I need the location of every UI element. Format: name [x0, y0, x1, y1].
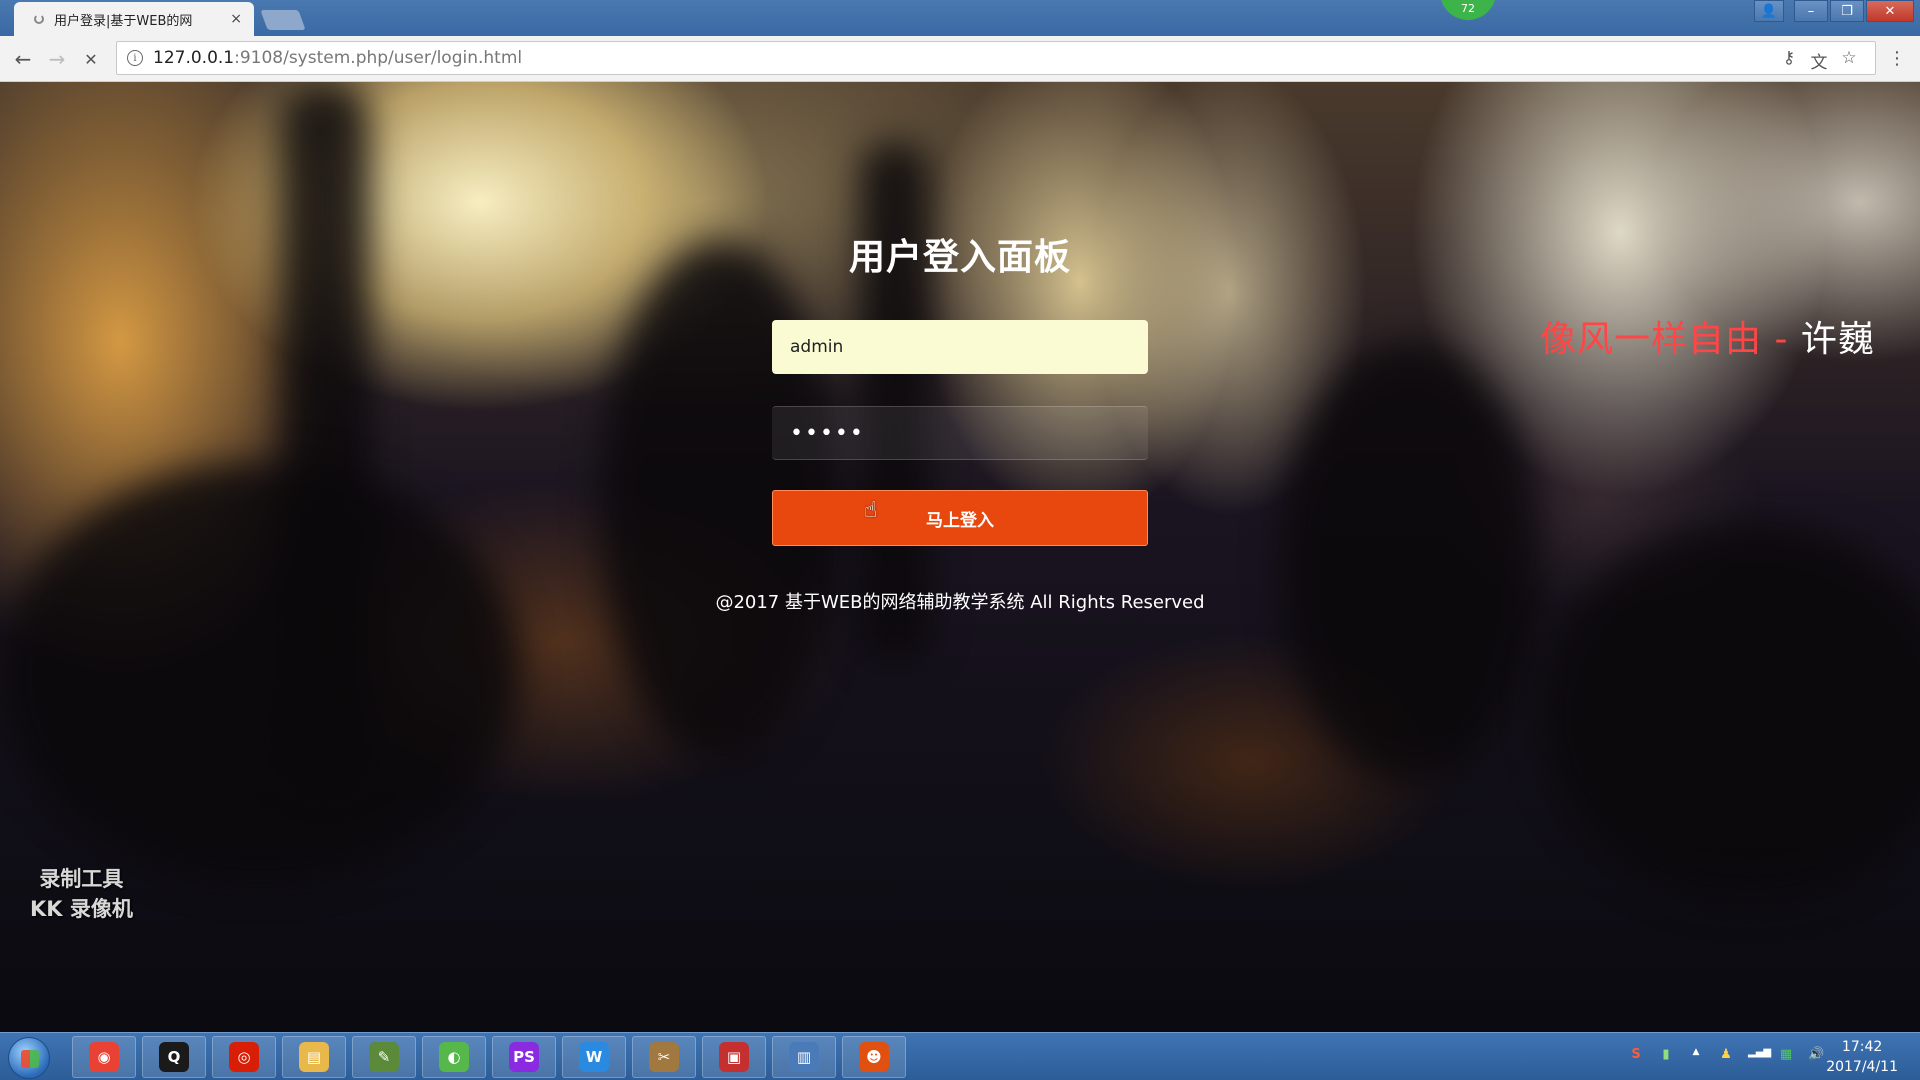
recorder-app-button[interactable]: ☻: [842, 1036, 906, 1078]
chrome-app-icon: ◉: [89, 1042, 119, 1072]
background-silhouette: [1540, 522, 1920, 902]
user-profile-icon[interactable]: 👤: [1754, 0, 1784, 22]
address-bar-actions: ⚷ 文 ☆: [1779, 48, 1859, 73]
password-input[interactable]: •••••: [772, 406, 1148, 460]
editor-app-icon: ✎: [369, 1042, 399, 1072]
taskbar-apps: ◉ Q ◎ ▤ ✎ ◐ PS W ✂ ▣ ▥ ☻: [72, 1036, 906, 1078]
translate-icon[interactable]: 文: [1809, 48, 1829, 73]
minimize-button[interactable]: –: [1794, 0, 1828, 22]
back-button[interactable]: ←: [8, 44, 38, 74]
slogan-text: 像风一样自由 - 许巍: [1540, 319, 1875, 360]
editor-app-button[interactable]: ✎: [352, 1036, 416, 1078]
new-tab-button[interactable]: [260, 10, 306, 30]
background-silhouette: [0, 462, 520, 882]
netease-music-app-icon: ◎: [229, 1042, 259, 1072]
browser-titlebar: 用户登录|基于WEB的网 × 72 👤 – ❐ ✕: [0, 0, 1920, 36]
qq-tray-icon[interactable]: ♟: [1718, 1047, 1734, 1065]
tools-app-button[interactable]: ✂: [632, 1036, 696, 1078]
recorder-watermark: 录制工具 KK 录像机: [30, 864, 133, 924]
ime-icon[interactable]: S: [1628, 1047, 1644, 1065]
netease-music-app-button[interactable]: ◎: [212, 1036, 276, 1078]
browser-app-button[interactable]: ◐: [422, 1036, 486, 1078]
windows-taskbar: ◉ Q ◎ ▤ ✎ ◐ PS W ✂ ▣ ▥ ☻ S ▮ ▲ ♟ ▂▄▆ ▦ 🔊 17:42 2017…: [0, 1032, 1920, 1080]
performance-badge[interactable]: 72: [1440, 0, 1496, 20]
login-button[interactable]: 马上登入: [772, 490, 1148, 546]
stop-loading-button[interactable]: ✕: [76, 44, 106, 74]
screenshot-app-icon: ▥: [789, 1042, 819, 1072]
clock-time: 17:42: [1841, 1039, 1883, 1055]
explorer-app-icon: ▤: [299, 1042, 329, 1072]
qq-app-icon: Q: [159, 1042, 189, 1072]
tray-expand-icon[interactable]: ▲: [1688, 1047, 1704, 1065]
start-button[interactable]: [8, 1037, 50, 1079]
windows-logo-icon: [21, 1050, 39, 1068]
screenshot-app-button[interactable]: ▥: [772, 1036, 836, 1078]
maximize-button[interactable]: ❐: [1830, 0, 1864, 22]
close-window-button[interactable]: ✕: [1866, 0, 1914, 22]
watermark-line-1: 录制工具: [39, 867, 124, 891]
site-info-icon[interactable]: i: [127, 50, 143, 66]
phpstorm-app-icon: PS: [509, 1042, 539, 1072]
background-silhouette: [860, 142, 930, 662]
phpstorm-app-button[interactable]: PS: [492, 1036, 556, 1078]
url-text[interactable]: 127.0.0.1:9108/system.php/user/login.htm…: [153, 48, 522, 68]
explorer-app-button[interactable]: ▤: [282, 1036, 346, 1078]
toolbox-app-icon: ▣: [719, 1042, 749, 1072]
system-tray: S ▮ ▲ ♟ ▂▄▆ ▦ 🔊: [1628, 1047, 1824, 1065]
tab-close-icon[interactable]: ×: [230, 11, 242, 27]
login-page: 用户登入面板 admin ••••• 马上登入 ☝ @2017 基于WEB的网络…: [0, 82, 1920, 1032]
wps-app-icon: W: [579, 1042, 609, 1072]
page-title: 用户登入面板: [848, 237, 1071, 278]
browser-toolbar: ← → ✕ i 127.0.0.1:9108/system.php/user/l…: [0, 36, 1920, 82]
system-clock[interactable]: 17:42 2017/4/11: [1826, 1037, 1898, 1077]
qq-app-button[interactable]: Q: [142, 1036, 206, 1078]
username-input[interactable]: admin: [772, 320, 1148, 374]
battery-icon[interactable]: ▮: [1658, 1047, 1674, 1065]
background-silhouette: [1280, 342, 1540, 782]
address-bar[interactable]: i 127.0.0.1:9108/system.php/user/login.h…: [116, 41, 1876, 75]
window-controls: 👤 – ❐ ✕: [1752, 0, 1914, 22]
forward-button[interactable]: →: [42, 44, 72, 74]
toolbox-app-button[interactable]: ▣: [702, 1036, 766, 1078]
volume-icon[interactable]: 🔊: [1808, 1047, 1824, 1065]
watermark-line-2: KK 录像机: [30, 897, 133, 921]
browser-app-icon: ◐: [439, 1042, 469, 1072]
wps-app-button[interactable]: W: [562, 1036, 626, 1078]
recorder-app-icon: ☻: [859, 1042, 889, 1072]
tools-app-icon: ✂: [649, 1042, 679, 1072]
clock-date: 2017/4/11: [1826, 1059, 1898, 1075]
loading-spinner-icon: [34, 14, 44, 24]
browser-tab-active[interactable]: 用户登录|基于WEB的网 ×: [14, 2, 254, 36]
network-signal-icon[interactable]: ▂▄▆: [1748, 1047, 1771, 1065]
hand-cursor-icon: ☝: [864, 498, 878, 523]
key-icon[interactable]: ⚷: [1779, 48, 1799, 73]
browser-menu-icon[interactable]: ⋮: [1888, 48, 1906, 69]
bookmark-star-icon[interactable]: ☆: [1839, 48, 1859, 73]
chrome-app-button[interactable]: ◉: [72, 1036, 136, 1078]
slogan-author: 许巍: [1800, 319, 1875, 360]
tab-title: 用户登录|基于WEB的网: [54, 13, 193, 29]
copyright-text: @2017 基于WEB的网络辅助教学系统 All Rights Reserved: [715, 592, 1205, 613]
monitor-icon[interactable]: ▦: [1778, 1047, 1794, 1065]
